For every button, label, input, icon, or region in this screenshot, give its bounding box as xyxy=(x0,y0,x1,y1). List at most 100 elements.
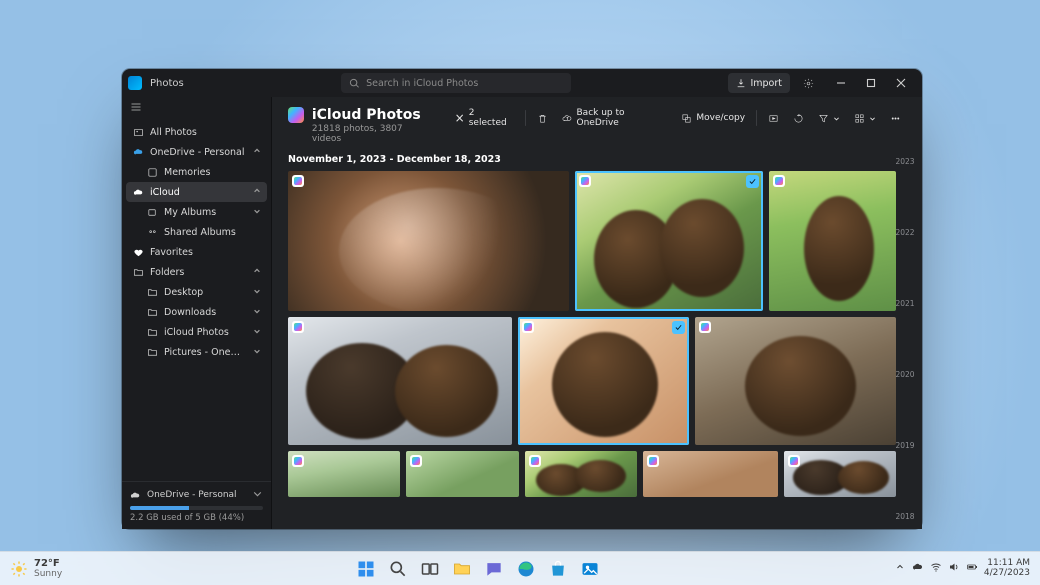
photo-thumb[interactable] xyxy=(288,171,569,311)
photo-thumb[interactable] xyxy=(695,317,896,445)
start-button[interactable] xyxy=(352,555,380,583)
taskbar: 72°F Sunny 11:11 AM 4/27/2023 xyxy=(0,551,1040,585)
photo-thumb[interactable] xyxy=(518,317,689,445)
menu-icon xyxy=(130,101,142,113)
windows-icon xyxy=(356,559,376,579)
search-icon xyxy=(349,78,360,89)
photo-thumb[interactable] xyxy=(406,451,518,497)
storage-progressbar xyxy=(130,506,263,510)
source-badge-icon xyxy=(529,455,541,467)
tray-battery[interactable] xyxy=(966,561,978,576)
onedrive-icon xyxy=(132,146,144,158)
import-button[interactable]: Import xyxy=(728,73,790,93)
album-icon xyxy=(146,206,158,218)
more-icon xyxy=(890,113,901,124)
weather-widget[interactable]: 72°F Sunny xyxy=(10,558,62,579)
selected-check-icon xyxy=(672,321,685,334)
sidebar-folders[interactable]: Folders xyxy=(126,262,267,282)
delete-button[interactable] xyxy=(532,107,553,129)
folder-icon xyxy=(132,266,144,278)
sidebar-my-albums[interactable]: My Albums xyxy=(126,202,267,222)
close-button[interactable] xyxy=(886,71,916,95)
sidebar-shared-albums[interactable]: Shared Albums xyxy=(126,222,267,242)
source-badge-icon xyxy=(522,321,534,333)
taskbar-chat[interactable] xyxy=(480,555,508,583)
photo-thumb[interactable] xyxy=(643,451,778,497)
titlebar: Photos Search in iCloud Photos Import xyxy=(122,69,922,97)
source-badge-icon xyxy=(647,455,659,467)
app-title: Photos xyxy=(150,78,184,89)
maximize-button[interactable] xyxy=(856,71,886,95)
tray-volume[interactable] xyxy=(948,561,960,576)
filter-button[interactable] xyxy=(813,107,845,129)
minimize-button[interactable] xyxy=(826,71,856,95)
filter-icon xyxy=(818,113,829,124)
photo-thumb[interactable] xyxy=(769,171,896,311)
photos-app-window: Photos Search in iCloud Photos Import xyxy=(122,69,922,529)
chevron-up-icon xyxy=(253,147,261,158)
photo-thumb[interactable] xyxy=(525,451,637,497)
storage-panel[interactable]: OneDrive - Personal 2.2 GB used of 5 GB … xyxy=(122,481,271,529)
hamburger-button[interactable] xyxy=(122,97,271,120)
storage-label: OneDrive - Personal xyxy=(147,490,237,500)
icloud-icon xyxy=(132,186,144,198)
source-badge-icon xyxy=(292,175,304,187)
movecopy-button[interactable]: Move/copy xyxy=(676,107,750,129)
photo-grid xyxy=(272,171,922,529)
sidebar-folder-pictures-onedrive[interactable]: Pictures - OneDrive Personal xyxy=(126,342,267,362)
heart-icon xyxy=(132,246,144,258)
sidebar-onedrive[interactable]: OneDrive - Personal xyxy=(126,142,267,162)
grid-icon xyxy=(854,113,865,124)
sidebar-folder-downloads[interactable]: Downloads xyxy=(126,302,267,322)
memories-icon xyxy=(146,166,158,178)
view-button[interactable] xyxy=(849,107,881,129)
taskbar-explorer[interactable] xyxy=(448,555,476,583)
year-scrubber[interactable]: 2023 2022 2021 2020 2019 2018 xyxy=(894,157,916,521)
search-icon xyxy=(388,559,408,579)
clear-selection-button[interactable]: × 2 selected xyxy=(450,107,519,129)
tray-chevron[interactable] xyxy=(894,561,906,576)
more-button[interactable] xyxy=(885,107,906,129)
taskbar-search[interactable] xyxy=(384,555,412,583)
sidebar-icloud[interactable]: iCloud xyxy=(126,182,267,202)
selected-check-icon xyxy=(746,175,759,188)
source-badge-icon xyxy=(579,175,591,187)
photo-thumb[interactable] xyxy=(288,451,400,497)
cloud-icon xyxy=(130,490,141,501)
photo-thumb[interactable] xyxy=(575,171,763,311)
source-badge-icon xyxy=(292,321,304,333)
taskbar-edge[interactable] xyxy=(512,555,540,583)
source-badge-icon xyxy=(699,321,711,333)
date-range-header: November 1, 2023 - December 18, 2023 xyxy=(272,150,922,171)
sidebar-folder-desktop[interactable]: Desktop xyxy=(126,282,267,302)
images-icon xyxy=(132,126,144,138)
sidebar-all-photos[interactable]: All Photos xyxy=(126,122,267,142)
search-input[interactable]: Search in iCloud Photos xyxy=(341,73,571,93)
chevron-up-icon xyxy=(253,187,261,198)
taskbar-photos[interactable] xyxy=(576,555,604,583)
chevron-up-icon xyxy=(253,267,261,278)
sidebar-favorites[interactable]: Favorites xyxy=(126,242,267,262)
sidebar: All Photos OneDrive - Personal Memories … xyxy=(122,97,272,529)
rotate-button[interactable] xyxy=(788,107,809,129)
source-badge-icon xyxy=(292,455,304,467)
photo-thumb[interactable] xyxy=(784,451,896,497)
sidebar-folder-icloud-photos[interactable]: iCloud Photos xyxy=(126,322,267,342)
folder-icon xyxy=(146,326,158,338)
source-badge-icon xyxy=(773,175,785,187)
taskbar-taskview[interactable] xyxy=(416,555,444,583)
tray-wifi[interactable] xyxy=(930,561,942,576)
slideshow-button[interactable] xyxy=(763,107,784,129)
photo-thumb[interactable] xyxy=(288,317,512,445)
gear-icon xyxy=(803,78,814,89)
movecopy-icon xyxy=(681,113,692,124)
store-icon xyxy=(548,559,568,579)
taskview-icon xyxy=(420,559,440,579)
tray-onedrive[interactable] xyxy=(912,561,924,576)
sidebar-memories[interactable]: Memories xyxy=(126,162,267,182)
taskbar-store[interactable] xyxy=(544,555,572,583)
backup-button[interactable]: Back up to OneDrive xyxy=(557,107,673,129)
clock[interactable]: 11:11 AM 4/27/2023 xyxy=(984,559,1030,579)
photos-icon xyxy=(580,559,600,579)
settings-button[interactable] xyxy=(798,73,818,93)
